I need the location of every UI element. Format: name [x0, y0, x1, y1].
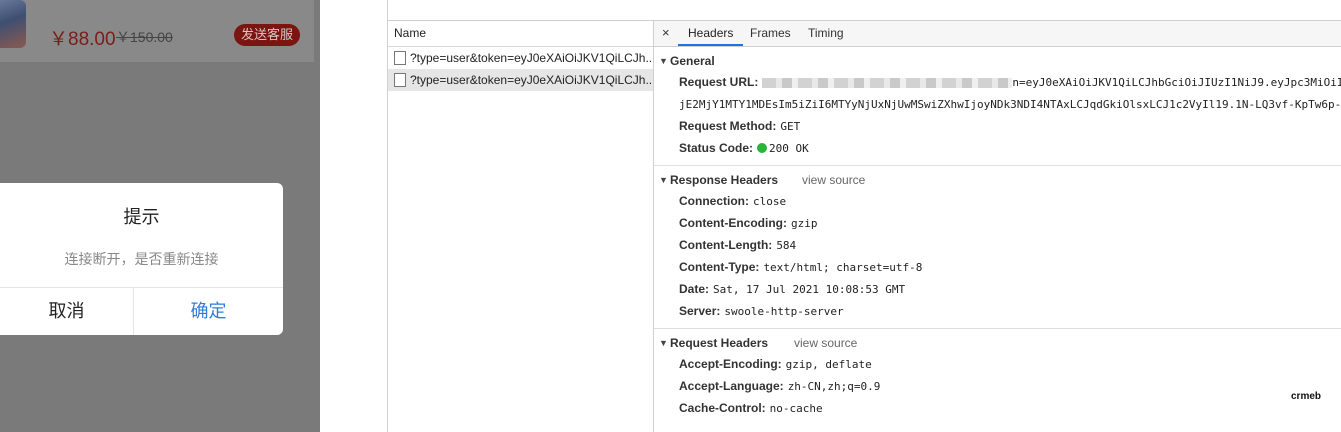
close-icon[interactable]: × [662, 25, 670, 40]
request-url-row: Request URL: n=eyJ0eXAiOiJKV1QiLCJhbGciOi… [654, 71, 1341, 93]
product-card: ￥88.00 ￥150.00 发送客服 [0, 0, 314, 62]
header-key: Request URL: [679, 75, 759, 89]
tab-timing[interactable]: Timing [798, 21, 854, 46]
name-column-header[interactable]: Name [388, 21, 653, 47]
header-value: jE2MjY1MTY1MDEsIm5iZiI6MTYyNjUxNjUwMSwiZ… [679, 98, 1341, 111]
request-method-row: Request Method: GET [654, 115, 1341, 137]
header-value: swoole-http-server [724, 305, 844, 318]
header-key: Status Code: [679, 141, 754, 155]
request-row[interactable]: ?type=user&token=eyJ0eXAiOiJKV1QiLCJh... [388, 47, 653, 69]
product-thumbnail [0, 0, 26, 48]
header-key: Content-Type: [679, 260, 760, 274]
header-key: Accept-Language: [679, 379, 784, 393]
header-row: Content-Type: text/html; charset=utf-8 [654, 256, 1341, 278]
header-value: n=eyJ0eXAiOiJKV1QiLCJhbGciOiJIUzI1NiJ9.e… [1012, 76, 1341, 89]
view-source-link[interactable]: view source [802, 170, 865, 190]
header-key: Connection: [679, 194, 749, 208]
header-value: Sat, 17 Jul 2021 10:08:53 GMT [713, 283, 906, 296]
general-section: ▼ General Request URL: n=eyJ0eXAiOiJKV1Qi… [654, 47, 1341, 166]
response-headers-section: ▼ Response Headers view source Connectio… [654, 166, 1341, 329]
header-value: 200 OK [769, 142, 809, 155]
request-row-selected[interactable]: ?type=user&token=eyJ0eXAiOiJKV1QiLCJh... [388, 69, 653, 91]
document-icon [394, 73, 406, 87]
view-source-link[interactable]: view source [794, 333, 857, 353]
triangle-down-icon: ▼ [659, 338, 668, 348]
product-price: ￥88.00 [49, 29, 116, 50]
mobile-app-preview: ￥88.00 ￥150.00 发送客服 提示 连接断开，是否重新连接 取消 确定 [0, 0, 320, 432]
header-value: gzip [790, 217, 818, 230]
section-title: Response Headers [670, 173, 779, 187]
header-value: no-cache [769, 402, 823, 415]
header-value: gzip, deflate [785, 358, 872, 371]
header-row: Accept-Encoding: gzip, deflate [654, 353, 1341, 375]
general-section-toggle[interactable]: ▼ General [654, 51, 1341, 71]
header-key: Accept-Encoding: [679, 357, 782, 371]
header-key: Content-Encoding: [679, 216, 787, 230]
header-value: 584 [776, 239, 797, 252]
request-url-continuation: jE2MjY1MTY1MDEsIm5iZiI6MTYyNjUxNjUwMSwiZ… [654, 93, 1341, 115]
request-list: Name ?type=user&token=eyJ0eXAiOiJKV1QiLC… [388, 21, 654, 432]
triangle-down-icon: ▼ [659, 56, 668, 66]
header-row: Cache-Control: no-cache [654, 397, 1341, 419]
header-key: Content-Length: [679, 238, 773, 252]
header-key: Server: [679, 304, 721, 318]
request-details: × Headers Frames Timing ▼ General Reques… [654, 21, 1341, 432]
header-row: Server: swoole-http-server [654, 300, 1341, 322]
response-headers-toggle[interactable]: ▼ Response Headers view source [654, 170, 1341, 190]
send-to-service-button[interactable]: 发送客服 [234, 24, 301, 46]
redacted-url-part [762, 77, 1013, 88]
request-headers-toggle[interactable]: ▼ Request Headers view source [654, 333, 1341, 353]
request-headers-section: ▼ Request Headers view source Accept-Enc… [654, 329, 1341, 425]
dialog-title: 提示 [123, 207, 160, 227]
details-tabbar: × Headers Frames Timing [654, 21, 1341, 47]
section-title: General [670, 54, 715, 68]
header-value: text/html; charset=utf-8 [763, 261, 923, 274]
header-row: Content-Length: 584 [654, 234, 1341, 256]
tab-frames[interactable]: Frames [740, 21, 801, 46]
header-value: zh-CN,zh;q=0.9 [787, 380, 881, 393]
watermark-logo: crmeb [1290, 391, 1321, 402]
header-row: Date: Sat, 17 Jul 2021 10:08:53 GMT [654, 278, 1341, 300]
dialog-message: 连接断开，是否重新连接 [64, 251, 219, 267]
request-name: ?type=user&token=eyJ0eXAiOiJKV1QiLCJh... [410, 51, 653, 65]
status-ok-icon [757, 142, 768, 153]
reconnect-dialog: 提示 连接断开，是否重新连接 取消 确定 [0, 183, 283, 335]
triangle-down-icon: ▼ [659, 175, 668, 185]
header-row: Connection: close [654, 190, 1341, 212]
document-icon [394, 51, 406, 65]
header-key: Cache-Control: [679, 401, 766, 415]
header-key: Request Method: [679, 119, 777, 133]
header-value: GET [780, 120, 801, 133]
devtools-toolbar [388, 0, 1341, 21]
section-title: Request Headers [670, 336, 769, 350]
devtools-network-panel: Name ?type=user&token=eyJ0eXAiOiJKV1QiLC… [388, 0, 1341, 432]
confirm-button[interactable]: 确定 [134, 288, 283, 335]
cancel-button[interactable]: 取消 [0, 288, 133, 335]
header-row: Content-Encoding: gzip [654, 212, 1341, 234]
blank-divider-area [320, 0, 388, 432]
request-name: ?type=user&token=eyJ0eXAiOiJKV1QiLCJh... [410, 73, 653, 87]
status-code-row: Status Code: 200 OK [654, 137, 1341, 159]
product-original-price: ￥150.00 [116, 29, 173, 45]
header-value: close [753, 195, 787, 208]
header-row: Accept-Language: zh-CN,zh;q=0.9 [654, 375, 1341, 397]
tab-headers[interactable]: Headers [678, 21, 744, 46]
header-key: Date: [679, 282, 710, 296]
